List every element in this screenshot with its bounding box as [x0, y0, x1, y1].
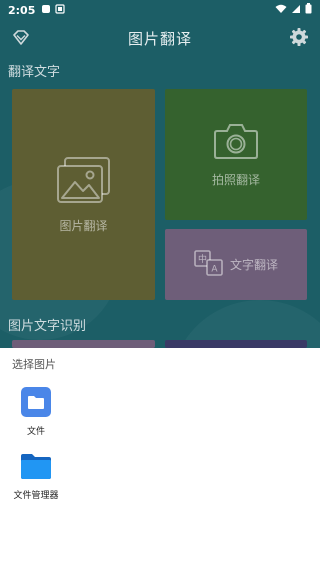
tile-camera-translate[interactable]: 拍照翻译	[165, 89, 307, 220]
status-bar: 2:05	[0, 0, 320, 20]
tile-photo-label: 图片翻译	[59, 218, 108, 233]
app-notification-icon	[55, 3, 65, 17]
tile-text-label: 文字翻译	[229, 258, 278, 272]
files-app-label: 文件	[26, 427, 45, 437]
file-manager-option[interactable]: 文件管理器	[4, 450, 68, 501]
files-app-icon	[20, 386, 52, 418]
status-icons	[275, 3, 312, 17]
section-title-ocr: 图片文字识别	[8, 319, 87, 334]
translate-icon-glyph-left: 中	[198, 253, 207, 265]
diamond-icon[interactable]	[10, 27, 32, 49]
file-manager-icon	[20, 450, 52, 482]
image-picker-sheet: 选择图片 文件 文件管理器	[0, 348, 320, 568]
gear-icon[interactable]	[288, 26, 310, 48]
app-title: 图片翻译	[127, 29, 192, 48]
files-app-option[interactable]: 文件	[4, 386, 68, 437]
notification-icon	[41, 4, 51, 17]
app-bar: 图片翻译	[0, 20, 320, 56]
battery-icon	[305, 3, 312, 17]
wifi-icon	[275, 4, 287, 17]
tile-camera-label: 拍照翻译	[211, 172, 260, 187]
tile-text-translate[interactable]: 中 A 文字翻译	[165, 229, 307, 300]
tile-ocr-partial[interactable]	[12, 340, 155, 348]
translate-icon-glyph-right: A	[211, 265, 218, 275]
signal-icon	[291, 4, 301, 17]
file-manager-label: 文件管理器	[13, 491, 59, 501]
section-title-translate: 翻译文字	[8, 65, 61, 80]
translate-icon: 中 A	[194, 250, 224, 279]
photo-gallery-icon	[55, 156, 113, 209]
sheet-title: 选择图片	[12, 358, 56, 371]
camera-icon	[213, 122, 259, 163]
tile-photo-translate[interactable]: 图片翻译	[12, 89, 155, 300]
status-time: 2:05	[8, 3, 36, 17]
tile-ocr-partial[interactable]	[165, 340, 307, 348]
